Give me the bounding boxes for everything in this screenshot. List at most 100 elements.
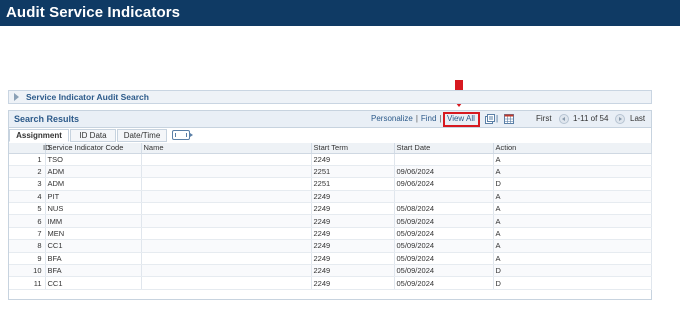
cell-name bbox=[141, 276, 312, 290]
cell-name bbox=[141, 165, 312, 179]
search-results-grid: Search Results Personalize | Find | View Al… bbox=[8, 110, 652, 300]
table-row[interactable]: 4 PIT 2249 A bbox=[9, 190, 652, 204]
cell-start-date bbox=[394, 153, 494, 166]
cell-service-indicator-code: ADM bbox=[45, 165, 142, 179]
download-excel-icon[interactable] bbox=[504, 114, 514, 124]
cell-start-term: 2249 bbox=[311, 202, 395, 216]
cell-name bbox=[141, 239, 312, 253]
cell-action: D bbox=[493, 177, 652, 191]
cell-action: A bbox=[493, 214, 652, 228]
column-header-id: ID bbox=[9, 143, 51, 154]
column-header-action: Action bbox=[493, 143, 652, 154]
row-range: 1-11 of 54 bbox=[573, 114, 609, 123]
cell-action: A bbox=[493, 153, 652, 166]
cell-service-indicator-code: MEN bbox=[45, 227, 142, 241]
cell-name bbox=[141, 190, 312, 204]
cell-start-date: 05/09/2024 bbox=[394, 239, 494, 253]
cell-service-indicator-code: CC1 bbox=[45, 276, 142, 290]
find-link[interactable]: Find bbox=[421, 114, 437, 123]
separator: | bbox=[496, 114, 499, 123]
cell-id: 7 bbox=[9, 227, 46, 241]
search-section-collapsible[interactable]: Service Indicator Audit Search bbox=[8, 90, 652, 104]
cell-start-term: 2251 bbox=[311, 177, 395, 191]
table-row[interactable]: 9 BFA 2249 05/09/2024 A bbox=[9, 252, 652, 266]
cell-action: A bbox=[493, 239, 652, 253]
table-row[interactable]: 8 CC1 2249 05/09/2024 A bbox=[9, 239, 652, 253]
column-header-name: Name bbox=[141, 143, 312, 154]
first-link[interactable]: First bbox=[536, 114, 552, 123]
cell-name bbox=[141, 202, 312, 216]
cell-action: D bbox=[493, 264, 652, 278]
view-all-link[interactable]: View All bbox=[447, 114, 475, 123]
cell-service-indicator-code: PIT bbox=[45, 190, 142, 204]
grid-tabs: Assignment ID Data Date/Time bbox=[9, 128, 651, 142]
table-row[interactable]: 5 NUS 2249 05/08/2024 A bbox=[9, 202, 652, 216]
cell-id: 10 bbox=[9, 264, 46, 278]
column-header-start-term: Start Term bbox=[311, 143, 395, 154]
cell-id: 1 bbox=[9, 153, 46, 166]
cell-action: A bbox=[493, 227, 652, 241]
cell-action: A bbox=[493, 252, 652, 266]
cell-start-term: 2249 bbox=[311, 190, 395, 204]
cell-name bbox=[141, 264, 312, 278]
cell-id: 2 bbox=[9, 165, 46, 179]
separator: | bbox=[439, 114, 442, 123]
previous-icon[interactable] bbox=[559, 114, 569, 124]
cell-start-term: 2251 bbox=[311, 165, 395, 179]
page-header: Audit Service Indicators bbox=[0, 0, 680, 26]
table-row[interactable]: 3 ADM 2251 09/06/2024 D bbox=[9, 177, 652, 191]
cell-id: 5 bbox=[9, 202, 46, 216]
cell-id: 3 bbox=[9, 177, 46, 191]
column-header-start-date: Start Date bbox=[394, 143, 494, 154]
cell-start-date: 05/09/2024 bbox=[394, 264, 494, 278]
cell-start-term: 2249 bbox=[311, 227, 395, 241]
cell-name bbox=[141, 153, 312, 166]
cell-service-indicator-code: IMM bbox=[45, 214, 142, 228]
cell-id: 9 bbox=[9, 252, 46, 266]
search-section-label[interactable]: Service Indicator Audit Search bbox=[26, 92, 149, 102]
cell-name bbox=[141, 177, 312, 191]
table-row[interactable]: 2 ADM 2251 09/06/2024 A bbox=[9, 165, 652, 179]
tab-id-data[interactable]: ID Data bbox=[70, 129, 116, 142]
last-link[interactable]: Last bbox=[630, 114, 645, 123]
cell-start-term: 2249 bbox=[311, 252, 395, 266]
column-header-code: Service Indicator Code bbox=[45, 143, 142, 154]
cell-start-date: 09/06/2024 bbox=[394, 165, 494, 179]
cell-start-term: 2249 bbox=[311, 239, 395, 253]
cell-service-indicator-code: TSO bbox=[45, 153, 142, 166]
cell-start-term: 2249 bbox=[311, 276, 395, 290]
cell-id: 8 bbox=[9, 239, 46, 253]
grid-title: Search Results bbox=[14, 114, 80, 124]
cell-service-indicator-code: ADM bbox=[45, 177, 142, 191]
zoom-grid-icon[interactable] bbox=[485, 114, 495, 124]
table-row[interactable]: 11 CC1 2249 05/09/2024 D bbox=[9, 276, 652, 290]
triangle-right-icon[interactable] bbox=[14, 93, 19, 101]
cell-name bbox=[141, 214, 312, 228]
cell-id: 6 bbox=[9, 214, 46, 228]
table-row[interactable]: 7 MEN 2249 05/09/2024 A bbox=[9, 227, 652, 241]
cell-action: A bbox=[493, 165, 652, 179]
cell-start-date: 05/09/2024 bbox=[394, 252, 494, 266]
show-all-columns-icon[interactable] bbox=[172, 130, 193, 140]
next-icon[interactable] bbox=[615, 114, 625, 124]
cell-start-date: 05/09/2024 bbox=[394, 214, 494, 228]
table-row[interactable]: 6 IMM 2249 05/09/2024 A bbox=[9, 214, 652, 228]
results-table: ID Service Indicator Code Name Start Ter… bbox=[9, 143, 652, 290]
table-row[interactable]: 10 BFA 2249 05/09/2024 D bbox=[9, 264, 652, 278]
table-row[interactable]: 1 TSO 2249 A bbox=[9, 153, 652, 166]
cell-start-term: 2249 bbox=[311, 264, 395, 278]
tab-assignment[interactable]: Assignment bbox=[9, 129, 69, 142]
cell-service-indicator-code: CC1 bbox=[45, 239, 142, 253]
cell-id: 4 bbox=[9, 190, 46, 204]
table-header-row: ID Service Indicator Code Name Start Ter… bbox=[9, 143, 652, 154]
cell-action: A bbox=[493, 190, 652, 204]
cell-name bbox=[141, 252, 312, 266]
cell-name bbox=[141, 227, 312, 241]
separator: | bbox=[415, 114, 418, 123]
cell-start-term: 2249 bbox=[311, 214, 395, 228]
tab-date-time[interactable]: Date/Time bbox=[117, 129, 167, 142]
page-title: Audit Service Indicators bbox=[6, 4, 181, 21]
cell-service-indicator-code: BFA bbox=[45, 252, 142, 266]
grid-tools: Personalize | Find | bbox=[371, 114, 445, 123]
personalize-link[interactable]: Personalize bbox=[371, 114, 413, 123]
